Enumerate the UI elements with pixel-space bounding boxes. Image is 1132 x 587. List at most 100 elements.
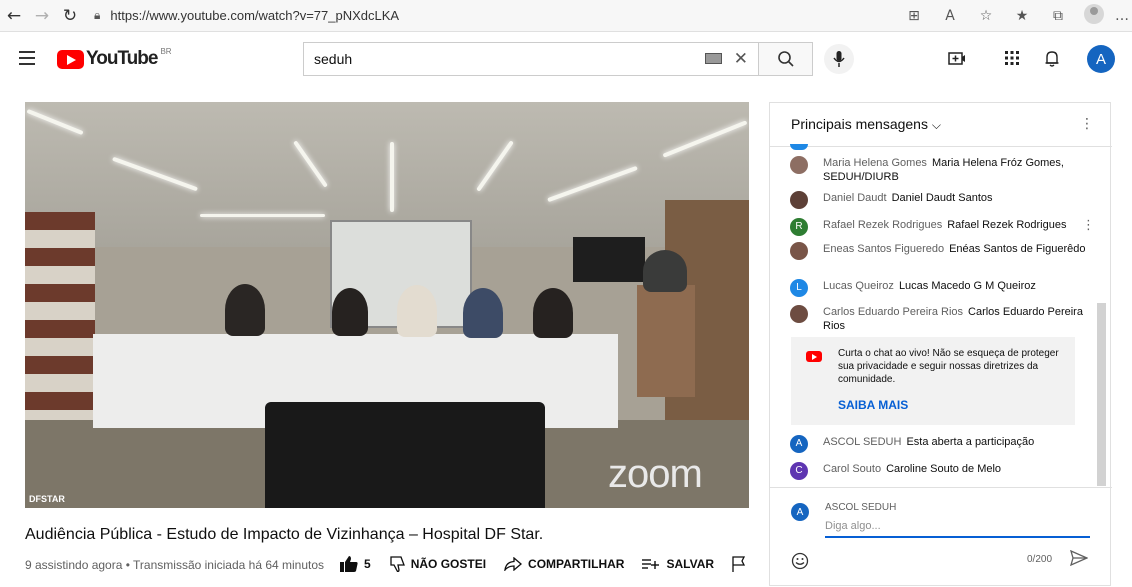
chat-message[interactable]: R Rafael Rezek Rodrigues Rafael Rezek Rod… <box>790 218 1090 236</box>
ceiling-light <box>390 142 394 212</box>
favorites-icon[interactable]: ★ <box>1004 8 1040 24</box>
chat-scrollbar[interactable] <box>1097 303 1106 486</box>
chevron-down-icon: ⌵ <box>931 118 941 132</box>
avatar <box>790 242 808 260</box>
message-text: Lucas Macedo G M Queiroz <box>898 280 1036 292</box>
youtube-play-icon <box>57 49 84 69</box>
message-author: Lucas Queiroz <box>823 280 894 292</box>
wall-tv <box>573 237 645 282</box>
chat-input[interactable]: Diga algo... <box>825 520 1090 538</box>
message-text: Caroline Souto de Melo <box>886 463 1002 475</box>
char-counter: 0/200 <box>1027 554 1053 565</box>
forward-icon[interactable]: → <box>28 2 56 30</box>
message-author: Maria Helena Gomes <box>823 157 927 169</box>
message-text: Daniel Daudt Santos <box>891 192 993 204</box>
speaker <box>643 250 687 292</box>
video-title: Audiência Pública - Estudo de Impacto de… <box>25 526 544 543</box>
chat-header: Principais mensagens ⌵ ⋮ <box>770 103 1112 147</box>
message-text: Enéas Santos de Figuerêdo <box>949 243 1086 255</box>
video-player[interactable]: zoom DFSTAR <box>25 102 749 508</box>
country-code: BR <box>160 46 172 56</box>
avatar <box>790 191 808 209</box>
search-value: seduh <box>314 51 353 67</box>
collections-icon[interactable]: ⧉ <box>1040 8 1076 24</box>
read-aloud-icon[interactable]: A <box>932 8 968 24</box>
message-author: Eneas Santos Figueredo <box>823 243 945 255</box>
avatar <box>790 144 808 150</box>
message-author: Rafael Rezek Rodrigues <box>823 219 943 231</box>
search-input[interactable]: seduh ✕ <box>303 42 758 76</box>
clear-search-icon[interactable]: ✕ <box>734 49 748 69</box>
message-text: Esta aberta a participação <box>906 436 1035 448</box>
flag-icon <box>732 556 746 572</box>
send-icon[interactable] <box>1070 550 1088 566</box>
profile-icon[interactable] <box>1076 4 1112 28</box>
youtube-logo[interactable]: YouTube BR <box>57 46 172 70</box>
emoji-icon[interactable] <box>791 552 809 570</box>
panelist <box>225 284 265 336</box>
keyboard-icon[interactable] <box>705 53 722 64</box>
menu-icon[interactable] <box>19 51 35 69</box>
message-author: Carol Souto <box>823 463 882 475</box>
chat-message[interactable]: A ASCOL SEDUH Esta aberta a participação <box>790 435 1090 453</box>
url-text[interactable]: https://www.youtube.com/watch?v=77_pNXdc… <box>110 8 399 23</box>
message-menu-icon[interactable]: ⋮ <box>1082 218 1095 233</box>
message-author: Daniel Daudt <box>823 192 887 204</box>
chat-message[interactable]: L Lucas Queiroz Lucas Macedo G M Queiroz <box>790 279 1090 297</box>
notice-text: Curta o chat ao vivo! Não se esqueça de … <box>838 348 1059 385</box>
compose-author: ASCOL SEDUH <box>825 502 897 513</box>
chat-mode-dropdown[interactable]: Principais mensagens ⌵ <box>791 116 941 133</box>
account-avatar[interactable]: A <box>1087 45 1115 73</box>
apps-icon[interactable]: ⊞ <box>896 8 932 24</box>
live-chat-panel: Principais mensagens ⌵ ⋮ Maria Helena Go… <box>769 102 1112 587</box>
more-icon[interactable]: … <box>1112 8 1132 24</box>
avatar <box>790 156 808 174</box>
channel-watermark: DFSTAR <box>29 494 65 504</box>
foreground-chair <box>265 402 545 508</box>
notifications-bell-icon[interactable] <box>1045 50 1059 67</box>
avatar: A <box>791 503 809 521</box>
panelist <box>463 288 503 338</box>
learn-more-link[interactable]: SAIBA MAIS <box>838 398 908 412</box>
chat-message[interactable]: Maria Helena Gomes Maria Helena Fróz Gome… <box>790 156 1090 184</box>
create-video-icon[interactable] <box>948 50 966 66</box>
avatar: L <box>790 279 808 297</box>
chat-compose: A ASCOL SEDUH Diga algo... 0/200 <box>770 487 1112 587</box>
report-button[interactable] <box>732 556 752 572</box>
like-count: 5 <box>364 557 371 571</box>
avatar: C <box>790 462 808 480</box>
youtube-header: YouTube BR seduh ✕ A <box>0 33 1132 87</box>
youtube-icon <box>806 351 822 362</box>
logo-text: YouTube <box>86 48 158 69</box>
address-bar[interactable]: 🔒︎ https://www.youtube.com/watch?v=77_pN… <box>94 4 399 28</box>
message-author: ASCOL SEDUH <box>823 436 902 448</box>
panelist <box>332 288 368 336</box>
avatar: A <box>790 435 808 453</box>
thumbs-down-icon <box>390 556 405 572</box>
video-meta: 9 assistindo agora • Transmissão iniciad… <box>25 558 325 572</box>
avatar <box>790 305 808 323</box>
dislike-label: NÃO GOSTEI <box>410 557 487 571</box>
ceiling-light <box>200 214 325 217</box>
search-icon <box>777 51 794 67</box>
podium <box>637 285 695 397</box>
save-button[interactable]: SALVAR <box>642 557 714 571</box>
chat-menu-icon[interactable]: ⋮ <box>1080 116 1094 132</box>
voice-search-button[interactable] <box>824 44 854 74</box>
like-button[interactable]: 5 <box>340 556 371 572</box>
back-icon[interactable]: ← <box>0 2 28 30</box>
chat-message[interactable]: C Carol Souto Caroline Souto de Melo <box>790 462 1090 480</box>
favorite-add-icon[interactable]: ☆ <box>968 8 1004 24</box>
avatar: R <box>790 218 808 236</box>
chat-message[interactable]: Eneas Santos Figueredo Enéas Santos de Fi… <box>790 242 1090 260</box>
share-button[interactable]: COMPARTILHAR <box>504 557 624 571</box>
dislike-button[interactable]: NÃO GOSTEI <box>389 556 486 572</box>
panelist <box>533 288 573 338</box>
chat-message[interactable]: Carlos Eduardo Pereira Rios Carlos Eduard… <box>790 305 1090 333</box>
chat-message[interactable]: Daniel Daudt Daniel Daudt Santos <box>790 191 1090 209</box>
chat-notice: Curta o chat ao vivo! Não se esqueça de … <box>791 337 1075 425</box>
share-icon <box>504 557 523 571</box>
apps-grid-icon[interactable] <box>1004 50 1020 66</box>
search-button[interactable] <box>758 42 813 76</box>
reload-icon[interactable]: ↻ <box>56 2 84 30</box>
